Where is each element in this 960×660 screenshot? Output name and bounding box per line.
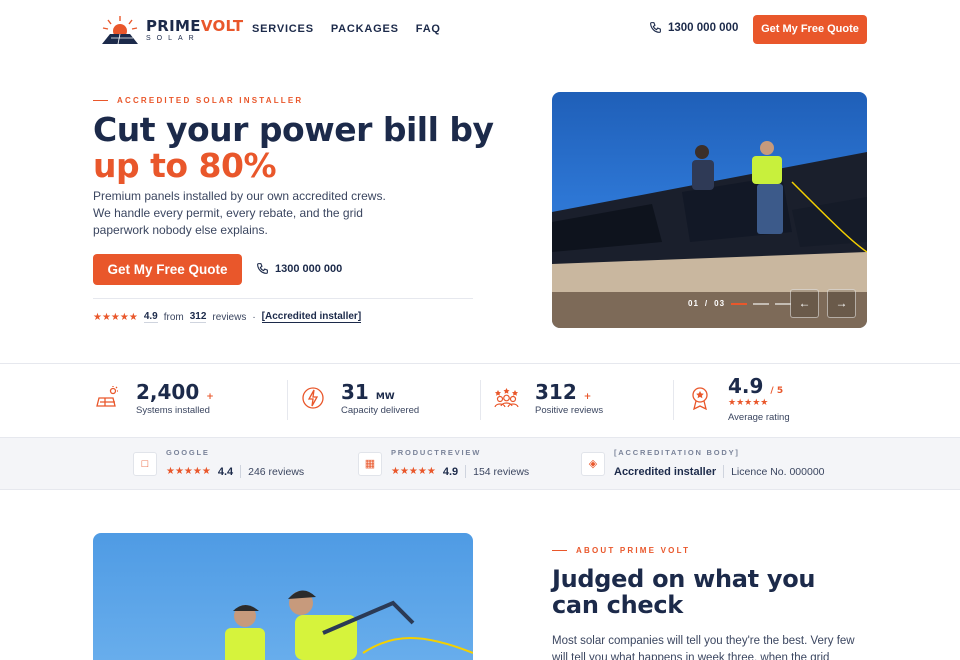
rating-from: from [163, 311, 184, 323]
people-stars-icon [494, 388, 519, 408]
slide-dot-2[interactable] [753, 302, 770, 305]
review-stars: ★★★★★ [391, 466, 436, 477]
slide-separator: / [704, 299, 709, 308]
hero-rating: ★★★★★ 4.9 from 312 reviews · [Accredited… [93, 311, 362, 323]
hero-phone-link[interactable]: 1300 000 000 [256, 262, 342, 275]
shield-icon: ◈ [581, 452, 605, 476]
sun-logo-icon [102, 16, 138, 45]
site-header: PRIMEVOLT SOLAR SERVICES PACKAGES FAQ 13… [0, 0, 960, 60]
stat-reviews-value: 312 [535, 380, 577, 404]
clipboard-icon: ▦ [358, 452, 382, 476]
about-illustration [225, 590, 473, 660]
hero-eyebrow: ACCREDITED SOLAR INSTALLER [93, 96, 303, 105]
review-count: 246 reviews [248, 465, 305, 478]
stat-capacity-unit: MW [375, 392, 395, 402]
rating-reviews-word: reviews [212, 311, 247, 323]
stat-rating-unit: / 5 [770, 386, 784, 396]
arrow-left-icon: ← [798, 296, 811, 310]
stats-strip: 2,400 + Systems installed 31 MW Capacity… [0, 363, 960, 437]
stat-systems-unit: + [206, 392, 214, 402]
review-sources-band: □ GOOGLE ★★★★★ 4.4 246 reviews ▦ PRODUCT… [0, 437, 960, 490]
slider-next-button[interactable]: → [827, 289, 856, 318]
about-title: Judged on what you can check [552, 565, 816, 619]
stat-reviews-unit: + [583, 392, 592, 402]
hero-title-line2: up to 80% [93, 146, 277, 185]
review-count: 154 reviews [473, 465, 530, 478]
hero-title-line1: Cut your power bill by [93, 110, 494, 149]
rating-dot: · [252, 311, 256, 323]
review-divider [723, 465, 725, 478]
logo[interactable]: PRIMEVOLT SOLAR [100, 14, 243, 46]
review-source-name: [ACCREDITATION BODY] [614, 448, 740, 457]
rating-score: 4.9 [143, 311, 158, 323]
installers-illustration [552, 141, 867, 328]
award-icon [692, 387, 708, 410]
eyebrow-line [93, 99, 108, 102]
slide-current: 01 [688, 299, 699, 308]
nav-packages[interactable]: PACKAGES [331, 23, 399, 35]
stat-divider [480, 380, 481, 420]
hero-divider [93, 298, 473, 299]
phone-icon [650, 22, 661, 33]
rating-count: 312 [189, 311, 207, 323]
review-score: 4.9 [442, 465, 459, 478]
logo-name-accent: VOLT [200, 17, 244, 35]
stat-systems-value: 2,400 [136, 380, 200, 404]
review-source-name: PRODUCTREVIEW [391, 448, 482, 457]
about-eyebrow: ABOUT PRIME VOLT [552, 546, 690, 555]
lightning-icon [302, 387, 324, 409]
about-eyebrow-text: ABOUT PRIME VOLT [576, 546, 691, 555]
slide-total: 03 [714, 299, 726, 308]
slider-indicator: 01 / 03 [688, 299, 792, 308]
hero-phone-number: 1300 000 000 [275, 262, 343, 275]
phone-icon [257, 263, 268, 274]
arrow-right-icon: → [835, 296, 848, 310]
review-stars: ★★★★★ [166, 466, 211, 477]
licence-number: Licence No. 000000 [731, 465, 825, 478]
about-image-installers [93, 533, 473, 660]
accreditation-title: Accredited installer [614, 465, 717, 478]
logo-subtitle: SOLAR [146, 35, 200, 42]
stat-rating-label: Average rating [728, 412, 790, 423]
hero-image-installers [552, 92, 867, 328]
review-score: 4.4 [217, 465, 234, 478]
header-phone-link[interactable]: 1300 000 000 [649, 21, 738, 34]
slider-prev-button[interactable]: ← [790, 289, 819, 318]
eyebrow-line [552, 549, 567, 552]
stat-rating-stars: ★★★★★ [728, 397, 769, 407]
hero-description: Premium panels installed by our own accr… [93, 189, 386, 237]
hero-quote-button[interactable]: Get My Free Quote [93, 254, 242, 285]
stat-reviews-label: Positive reviews [535, 405, 604, 416]
stat-divider [287, 380, 288, 420]
hero-eyebrow-text: ACCREDITED SOLAR INSTALLER [117, 96, 304, 105]
slide-dot-3[interactable] [775, 302, 792, 305]
about-text: Most solar companies will tell you they'… [552, 635, 855, 660]
rating-stars: ★★★★★ [93, 311, 138, 323]
header-phone-number: 1300 000 000 [668, 21, 739, 34]
stat-capacity-label: Capacity delivered [341, 405, 420, 416]
nav-services[interactable]: SERVICES [252, 23, 314, 35]
review-divider [465, 465, 467, 478]
stat-rating-value: 4.9 [728, 374, 764, 398]
main-nav: SERVICES PACKAGES FAQ [252, 23, 441, 35]
review-source-name: GOOGLE [166, 448, 210, 457]
stat-divider [673, 380, 674, 420]
logo-name: PRIME [146, 17, 201, 35]
chat-icon: □ [133, 452, 157, 476]
stat-systems-label: Systems installed [136, 405, 210, 416]
slide-dot-1[interactable] [731, 302, 748, 305]
accredited-badge[interactable]: [Accredited installer] [261, 311, 362, 323]
review-divider [240, 465, 242, 478]
solar-panel-icon [96, 386, 118, 407]
stat-capacity-value: 31 [341, 380, 369, 404]
hero-title: Cut your power bill by up to 80% [93, 112, 494, 184]
nav-faq[interactable]: FAQ [416, 23, 441, 35]
header-quote-button[interactable]: Get My Free Quote [753, 15, 867, 44]
